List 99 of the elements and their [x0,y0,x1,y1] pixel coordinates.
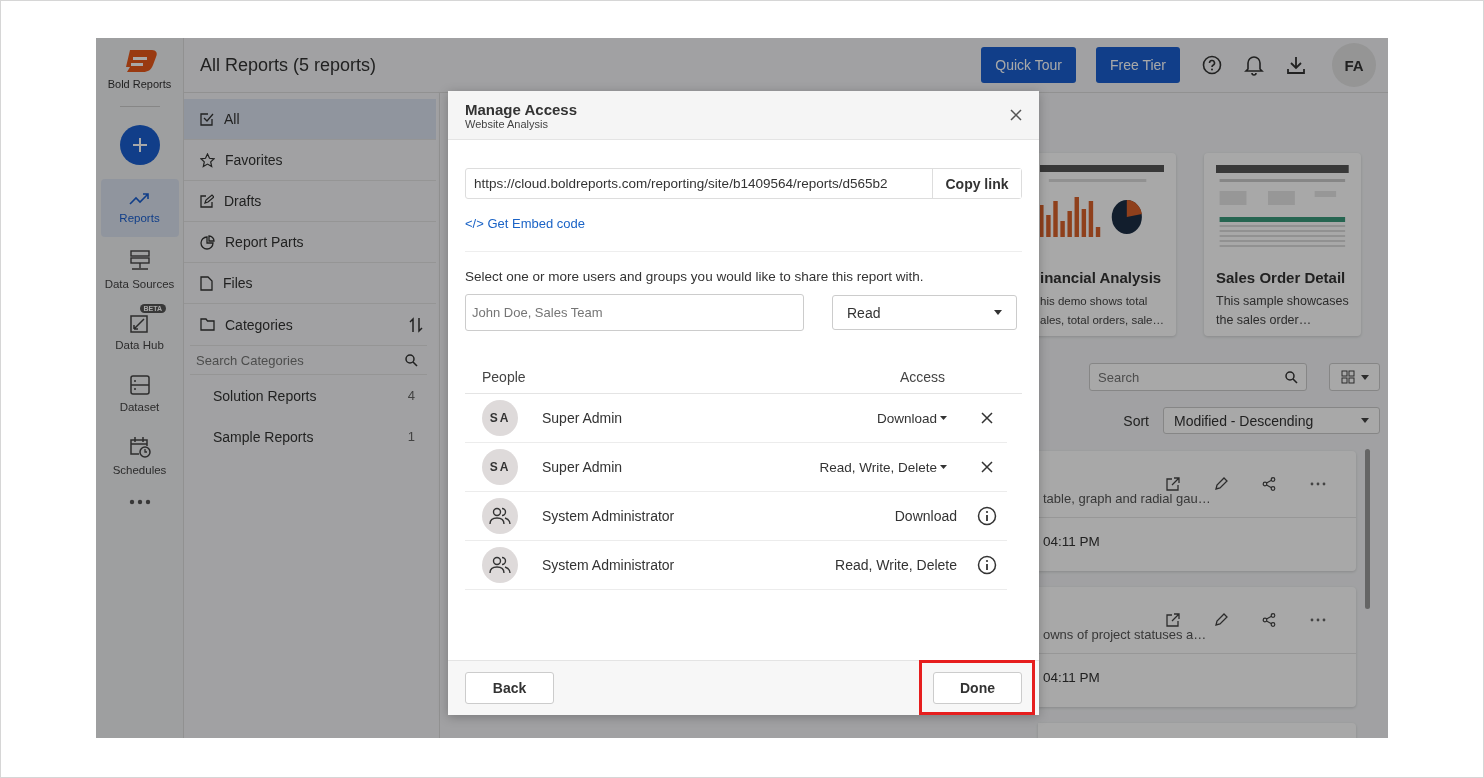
report-time: 04:11 PM [1042,669,1101,685]
sidebar-item[interactable]: Drafts [184,181,436,222]
category-name[interactable]: Sample Reports [213,428,314,445]
folder-icon [200,318,215,331]
header-button[interactable]: Free Tier [1096,47,1180,83]
user-avatar: SA [482,400,518,436]
report-card[interactable]: inancial Analysis his demo shows total ales, total orders, sale… [1038,153,1176,336]
help-icon[interactable] [1202,55,1222,75]
user-avatar[interactable]: FA [1332,43,1376,87]
remove-icon[interactable] [981,412,993,424]
report-row[interactable]: owns of project statuses a… 04:11 PM [1038,587,1356,707]
info-icon[interactable] [977,555,997,575]
sidebar-item[interactable]: Favorites [184,140,436,181]
access-level: Read, Write, Delete [835,557,957,573]
report-card[interactable]: Sales Order Detail This sample showcases the sales order… [1204,153,1361,336]
person-name: System Administrator [542,557,676,573]
external-link-icon[interactable] [1166,477,1180,491]
column-header: Access [899,369,945,385]
caret-icon [940,416,947,420]
caret-icon [1360,374,1369,380]
edit-icon[interactable] [1214,613,1228,627]
category-search-field[interactable]: Search Categories [190,345,427,375]
logo-text: Bold Reports [107,78,172,90]
notification-icon[interactable] [1244,54,1264,76]
server-icon [128,250,151,272]
card-title: Sales Order Detail [1216,269,1347,286]
trend-icon [128,192,151,206]
checkbox-icon [200,112,214,126]
page-title: All Reports (5 reports) [200,54,377,76]
pie-icon [200,234,215,250]
report-description: owns of project statuses a… [1043,627,1208,642]
search-icon [1285,371,1298,384]
nav-item[interactable]: Schedules [100,427,179,485]
instruction-text: Select one or more users and groups you would like to share this report with. [465,269,925,284]
category-count: 1 [407,429,415,444]
sort-icon[interactable] [409,316,423,333]
report-row[interactable]: table, graph and radial gau… 04:11 PM [1038,451,1356,571]
access-dropdown[interactable]: Read [832,295,1017,330]
dialog-title: Manage Access [465,100,577,118]
caret-icon [994,310,1002,315]
report-description: table, graph and radial gau… [1043,491,1212,506]
sort-dropdown[interactable]: Modified - Descending [1163,407,1380,434]
header-button[interactable]: Quick Tour [981,47,1076,83]
dialog-subtitle: Website Analysis [465,117,549,130]
create-button[interactable] [119,125,160,165]
card-description: ales, total orders, sale… [1040,313,1164,328]
group-icon [489,506,511,526]
group-icon [489,555,511,575]
download-icon[interactable] [1286,55,1306,75]
person-name: Super Admin [542,410,624,426]
back-button[interactable]: Back [465,672,554,704]
caret-icon [940,465,947,469]
embed-code-link[interactable]: </> Get Embed code [465,216,585,231]
done-button[interactable]: Done [933,672,1022,704]
nav-item[interactable]: Dataset [100,365,179,423]
close-icon[interactable] [1010,109,1022,121]
search-field[interactable]: Search [1089,363,1307,391]
share-icon[interactable] [1262,613,1276,627]
access-level-dropdown[interactable]: Download [876,410,947,426]
more-icon[interactable] [1310,482,1326,486]
more-icon[interactable] [128,499,151,505]
info-icon[interactable] [977,506,997,526]
view-menu-button[interactable] [1329,363,1380,391]
sort-label: Sort [1123,412,1149,429]
plus-icon [131,137,148,153]
categories-label: Categories [225,316,294,333]
access-level: Download [894,508,957,524]
sidebar-item[interactable]: Report Parts [184,222,436,263]
dataset-icon [129,375,150,395]
grid-icon [1340,370,1355,384]
star-icon [200,152,215,168]
calendar-clock-icon [128,436,151,458]
more-icon[interactable] [1310,618,1326,622]
search-icon [405,354,418,367]
person-name: System Administrator [542,508,676,524]
column-header: People [482,369,526,385]
share-icon[interactable] [1262,477,1276,491]
person-name: Super Admin [542,459,624,475]
external-link-icon[interactable] [1166,613,1180,627]
card-description: This sample showcases [1216,293,1349,310]
card-description: his demo shows total [1040,294,1149,309]
edit-icon[interactable] [1214,477,1228,491]
file-icon [200,275,213,291]
remove-icon[interactable] [981,461,993,473]
card-description: the sales order… [1216,312,1313,329]
card-title: inancial Analysis [1040,269,1163,286]
sidebar-item[interactable]: Files [184,263,436,304]
nav-item[interactable]: Data Sources [100,241,179,299]
sidebar-item[interactable]: All [184,99,436,140]
people-field[interactable]: John Doe, Sales Team [465,294,804,331]
edit-icon [200,194,214,208]
caret-icon [1361,418,1369,423]
category-name[interactable]: Solution Reports [213,387,317,404]
access-level-dropdown[interactable]: Read, Write, Delete [819,459,947,475]
nav-item[interactable]: Reports [100,179,179,237]
chart-box-icon [129,313,150,333]
user-avatar: SA [482,449,518,485]
category-count: 4 [407,388,415,403]
report-time: 04:11 PM [1042,533,1101,549]
